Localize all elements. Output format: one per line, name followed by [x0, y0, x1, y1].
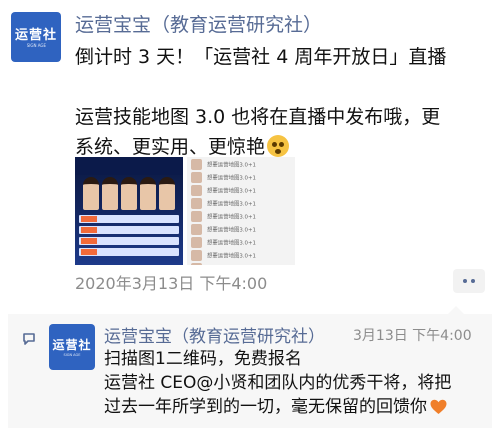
user-avatar-icon [191, 158, 202, 170]
comment-text: 扫描图1二维码，免费报名 运营社 CEO@小贤和团队内的优秀干将，将把 过去一年… [104, 347, 490, 419]
post-line-text: 系统、更实用、更惊艳 [75, 136, 266, 158]
more-options-button[interactable] [453, 269, 485, 293]
thumb-list-text: 想要运营地图3.0+1 [207, 174, 256, 181]
thumb-list-row: 想要运营地图3.0+1 [191, 184, 295, 196]
user-avatar-icon [191, 223, 202, 235]
thumb-list-text: 想要运营地图3.0+1 [207, 264, 256, 265]
thumb-list-text: 想要运营地图3.0+1 [207, 161, 256, 168]
orange-heart-icon [430, 399, 447, 414]
thumb-list-text: 想要运营地图3.0+1 [207, 226, 256, 233]
thumb-list-text: 想要运营地图3.0+1 [207, 239, 256, 246]
comment-bubble-icon [23, 333, 35, 345]
post-image-list[interactable]: 想要运营地图3.0+1 想要运营地图3.0+1 想要运营地图3.0+1 想要运营地图3… [187, 157, 295, 265]
post-image-grid: 想要运营地图3.0+1 想要运营地图3.0+1 想要运营地图3.0+1 想要运营地图3… [75, 157, 295, 265]
thumb-list-row: 想要运营地图3.0+1 [191, 171, 295, 183]
flushed-face-icon [267, 135, 290, 157]
user-avatar-icon [191, 171, 202, 183]
post-image-poster[interactable] [75, 157, 183, 265]
comment-line: 过去一年所学到的一切，毫无保留的回馈你 [104, 395, 490, 419]
thumb-list-text: 想要运营地图3.0+1 [207, 252, 256, 259]
user-avatar-icon [191, 249, 202, 261]
user-avatar-icon [191, 184, 202, 196]
user-avatar-icon [191, 197, 202, 209]
post-text: 倒计时 3 天！「运营社 4 周年开放日」直播 运营技能地图 3.0 也将在直播… [75, 42, 495, 162]
user-avatar-icon [191, 236, 202, 248]
author-name[interactable]: 运营宝宝（教育运营研究社） [75, 10, 322, 37]
author-avatar[interactable]: 运营社 SIGN AGE [11, 12, 61, 62]
comment-line: 扫描图1二维码，免费报名 [104, 349, 302, 369]
comment-avatar[interactable]: 运营社 SIGN AGE [49, 324, 95, 370]
thumb-list-row: 想要运营地图3.0+1 [191, 236, 295, 248]
thumb-list-row: 想要运营地图3.0+1 [191, 223, 295, 235]
avatar-sub-text: SIGN AGE [63, 352, 81, 357]
post-line: 运营技能地图 3.0 也将在直播中发布哦，更 [75, 106, 441, 128]
user-avatar-icon [191, 210, 202, 222]
thumb-list-row: 想要运营地图3.0+1 [191, 249, 295, 261]
thumb-list-text: 想要运营地图3.0+1 [207, 200, 256, 207]
avatar-brand-text: 运营社 [14, 28, 57, 43]
more-dot-icon [471, 279, 475, 283]
thumb-list-row: 想要运营地图3.0+1 [191, 197, 295, 209]
thumb-list-text: 想要运营地图3.0+1 [207, 213, 256, 220]
more-dot-icon [463, 279, 467, 283]
comment-author[interactable]: 运营宝宝（教育运营研究社） [104, 322, 325, 347]
avatar-sub-text: SIGN AGE [26, 43, 46, 48]
post-timestamp: 2020年3月13日 下午4:00 [75, 274, 268, 293]
comment-section: 运营社 SIGN AGE 运营宝宝（教育运营研究社） 3月13日 下午4:00 … [8, 306, 492, 428]
thumb-list-row: 想要运营地图3.0+1 [191, 262, 295, 265]
user-avatar-icon [191, 262, 202, 265]
post-line: 倒计时 3 天！「运营社 4 周年开放日」直播 [75, 46, 447, 68]
comment-line-text: 过去一年所学到的一切，毫无保留的回馈你 [104, 397, 427, 417]
comment-line: 运营社 CEO@小贤和团队内的优秀干将，将把 [104, 373, 452, 393]
thumb-list-row: 想要运营地图3.0+1 [191, 158, 295, 170]
avatar-brand-text: 运营社 [52, 337, 92, 352]
comment-time: 3月13日 下午4:00 [353, 328, 472, 344]
thumb-list-row: 想要运营地图3.0+1 [191, 210, 295, 222]
thumb-list-text: 想要运营地图3.0+1 [207, 187, 256, 194]
